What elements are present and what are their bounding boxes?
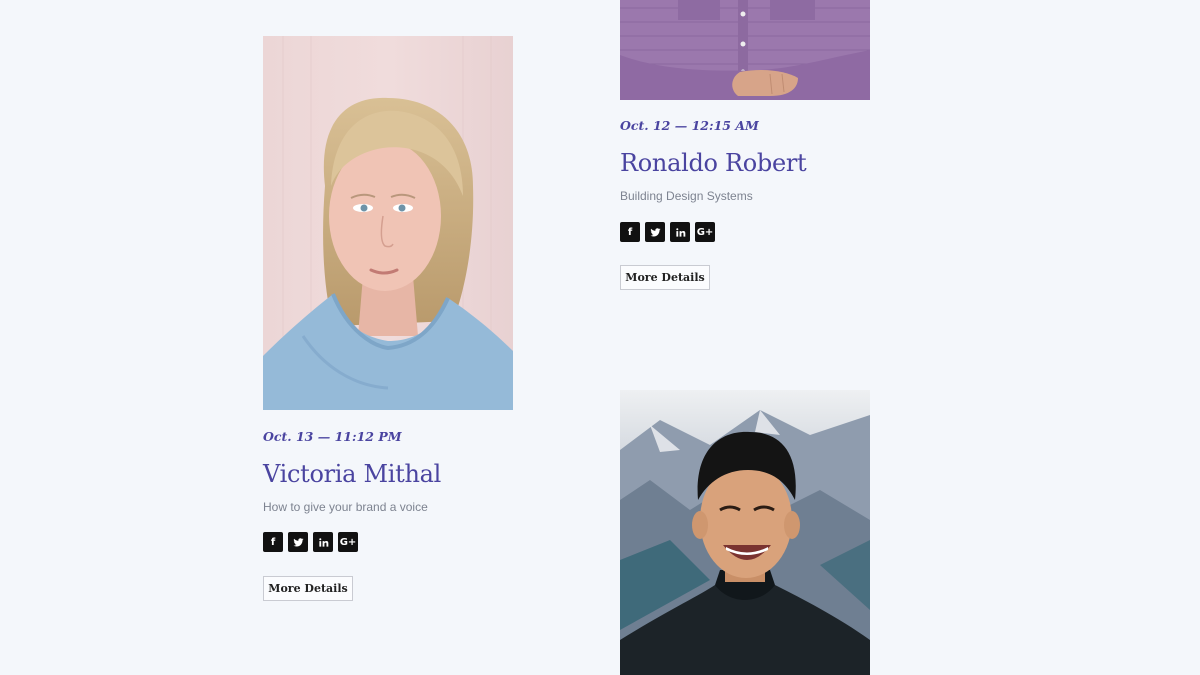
facebook-icon[interactable]: f bbox=[263, 532, 283, 552]
googleplus-icon[interactable]: G+ bbox=[338, 532, 358, 552]
speaker-photo-next bbox=[620, 390, 870, 675]
speaker-name[interactable]: Ronaldo Robert bbox=[620, 149, 807, 177]
more-details-button[interactable]: More Details bbox=[263, 576, 353, 601]
googleplus-icon[interactable]: G+ bbox=[695, 222, 715, 242]
speaker-photo-victoria bbox=[263, 36, 513, 410]
linkedin-icon[interactable] bbox=[670, 222, 690, 242]
twitter-icon[interactable] bbox=[645, 222, 665, 242]
speaker-topic: Building Design Systems bbox=[620, 189, 753, 203]
facebook-icon[interactable]: f bbox=[620, 222, 640, 242]
speaker-time: Oct. 12 — 12:15 AM bbox=[620, 118, 759, 133]
speaker-time: Oct. 13 — 11:12 PM bbox=[263, 429, 402, 444]
more-details-button[interactable]: More Details bbox=[620, 265, 710, 290]
speaker-card-ronaldo: Oct. 12 — 12:15 AM Ronaldo Robert Buildi… bbox=[620, 0, 870, 675]
speaker-name[interactable]: Victoria Mithal bbox=[263, 460, 441, 488]
speaker-photo-ronaldo bbox=[620, 0, 870, 100]
speaker-topic: How to give your brand a voice bbox=[263, 500, 428, 514]
social-links: f G+ bbox=[263, 532, 358, 552]
speaker-card-victoria: Oct. 13 — 11:12 PM Victoria Mithal How t… bbox=[263, 0, 513, 675]
linkedin-icon[interactable] bbox=[313, 532, 333, 552]
speakers-page: Oct. 13 — 11:12 PM Victoria Mithal How t… bbox=[0, 0, 1200, 675]
social-links: f G+ bbox=[620, 222, 715, 242]
twitter-icon[interactable] bbox=[288, 532, 308, 552]
